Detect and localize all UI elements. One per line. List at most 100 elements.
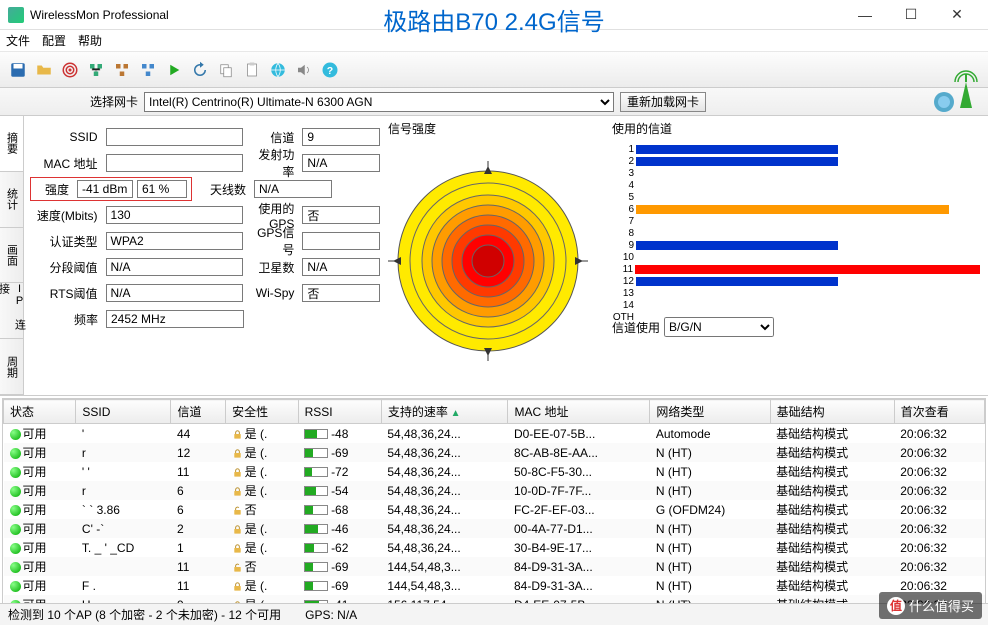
info-panel: SSID 信道 9 MAC 地址 发射功率 N/A 强度 -41 dBm 61 … <box>24 116 384 395</box>
channel-row: 12 <box>612 275 980 287</box>
status-dot-icon <box>10 505 21 516</box>
col-header[interactable]: SSID <box>76 400 171 424</box>
channel-group-label: 使用的信道 <box>612 120 980 137</box>
rssi-bar <box>304 429 328 439</box>
window-title: WirelessMon Professional <box>30 8 169 22</box>
sat-label: 卫星数 <box>247 259 299 276</box>
strength-dbm: -41 dBm <box>77 180 133 198</box>
channel-num: 7 <box>612 216 636 227</box>
channel-num: 4 <box>612 180 636 191</box>
sat-value: N/A <box>302 258 380 276</box>
status-dot-icon <box>10 524 21 535</box>
table-row[interactable]: 可用 ' '11是 (.-7254,48,36,24...50-8C-F5-30… <box>4 462 985 481</box>
rssi-bar <box>304 467 328 477</box>
rssi-bar <box>304 562 328 572</box>
tab-ip[interactable]: IP 连接 <box>0 283 23 339</box>
watermark-text: 什么值得买 <box>909 596 974 615</box>
globe-icon[interactable] <box>266 58 290 82</box>
unlock-icon <box>232 562 243 573</box>
tab-stats[interactable]: 统计 <box>0 172 23 228</box>
net1-icon[interactable] <box>84 58 108 82</box>
lock-icon <box>232 524 243 535</box>
channel-num: 14 <box>612 300 636 311</box>
channel-graph: 1234567891011121314OTH <box>612 141 980 313</box>
freq-value: 2452 MHz <box>106 310 244 328</box>
signal-panel: 信号强度 <box>384 116 604 395</box>
net3-icon[interactable] <box>136 58 160 82</box>
channel-bar <box>636 157 838 166</box>
table-row[interactable]: 可用r12是 (.-6954,48,36,24...8C-AB-8E-AA...… <box>4 443 985 462</box>
col-header[interactable]: 信道 <box>171 400 226 424</box>
chan-label: 信道 <box>247 129 299 146</box>
menu-config[interactable]: 配置 <box>42 32 66 49</box>
nic-select[interactable]: Intel(R) Centrino(R) Ultimate-N 6300 AGN <box>144 92 614 112</box>
refresh-icon[interactable] <box>188 58 212 82</box>
status-dot-icon <box>10 467 21 478</box>
status-dot-icon <box>10 581 21 592</box>
unlock-icon <box>232 505 243 516</box>
rssi-bar <box>304 505 328 515</box>
table-row[interactable]: 可用 ` ` 3.866否-6854,48,36,24...FC-2F-EF-0… <box>4 500 985 519</box>
channel-bar <box>636 241 838 250</box>
channel-num: 13 <box>612 288 636 299</box>
rssi-bar <box>304 486 328 496</box>
speaker-icon[interactable] <box>292 58 316 82</box>
tab-graph[interactable]: 画面 <box>0 228 23 284</box>
col-header[interactable]: 网络类型 <box>650 400 770 424</box>
target-icon[interactable] <box>58 58 82 82</box>
app-icon <box>8 7 24 23</box>
status-dot-icon <box>10 486 21 497</box>
help-icon[interactable]: ? <box>318 58 342 82</box>
status-dot-icon <box>10 543 21 554</box>
col-header[interactable]: 状态 <box>4 400 76 424</box>
col-header[interactable]: 首次查看 <box>894 400 984 424</box>
menu-file[interactable]: 文件 <box>6 32 30 49</box>
table-row[interactable]: 可用T. _ ' _CD1是 (.-6254,48,36,24...30-B4-… <box>4 538 985 557</box>
col-header[interactable]: RSSI <box>298 400 381 424</box>
watermark-icon: 值 <box>887 597 905 615</box>
close-button[interactable]: ✕ <box>934 0 980 30</box>
ap-table-wrap[interactable]: 状态SSID信道安全性RSSI支持的速率 ▲MAC 地址网络类型基础结构首次查看… <box>2 398 986 608</box>
signal-group-label: 信号强度 <box>388 120 600 137</box>
channel-bar <box>635 265 980 274</box>
status-dot-icon <box>10 562 21 573</box>
table-row[interactable]: 可用'44是 (.-4854,48,36,24...D0-EE-07-5B...… <box>4 424 985 444</box>
col-header[interactable]: 安全性 <box>226 400 298 424</box>
table-row[interactable]: 可用r6是 (.-5454,48,36,24...10-0D-7F-7F...N… <box>4 481 985 500</box>
txpwr-label: 发射功率 <box>247 146 299 180</box>
lock-icon <box>232 429 243 440</box>
channel-num: 8 <box>612 228 636 239</box>
col-header[interactable]: 基础结构 <box>770 400 894 424</box>
strength-pct: 61 % <box>137 180 187 198</box>
signal-radar <box>388 161 588 361</box>
table-row[interactable]: 可用11否-69144,54,48,3...84-D9-31-3A...N (H… <box>4 557 985 576</box>
net2-icon[interactable] <box>110 58 134 82</box>
antenna-icon <box>930 68 978 116</box>
status-dot-icon <box>10 448 21 459</box>
clipboard-icon[interactable] <box>240 58 264 82</box>
status-ap-count: 检测到 10 个AP (8 个加密 - 2 个未加密) - 12 个可用 <box>8 606 281 623</box>
channel-row: 1 <box>612 143 980 155</box>
col-header[interactable]: 支持的速率 ▲ <box>381 400 508 424</box>
table-row[interactable]: 可用F .11是 (.-69144,54,48,3...84-D9-31-3A.… <box>4 576 985 595</box>
col-header[interactable]: MAC 地址 <box>508 400 650 424</box>
auth-value: WPA2 <box>106 232 243 250</box>
ap-table: 状态SSID信道安全性RSSI支持的速率 ▲MAC 地址网络类型基础结构首次查看… <box>3 399 985 608</box>
table-row[interactable]: 可用C' -`2是 (.-4654,48,36,24...00-4A-77-D1… <box>4 519 985 538</box>
maximize-button[interactable]: ☐ <box>888 0 934 30</box>
minimize-button[interactable]: — <box>842 0 888 30</box>
speed-value: 130 <box>106 206 243 224</box>
main-panel: 摘要 统计 画面 IP 连接 周期 SSID 信道 9 MAC 地址 发射功率 … <box>0 116 988 396</box>
folder-icon[interactable] <box>32 58 56 82</box>
reload-nic-button[interactable]: 重新加载网卡 <box>620 92 706 112</box>
tab-cycle[interactable]: 周期 <box>0 339 23 395</box>
play-icon[interactable] <box>162 58 186 82</box>
auth-label: 认证类型 <box>28 233 102 250</box>
tab-summary[interactable]: 摘要 <box>0 116 23 172</box>
save-icon[interactable] <box>6 58 30 82</box>
menu-help[interactable]: 帮助 <box>78 32 102 49</box>
frag-value: N/A <box>106 258 243 276</box>
frag-label: 分段阈值 <box>28 259 102 276</box>
copy-icon[interactable] <box>214 58 238 82</box>
channel-num: OTH <box>612 312 636 323</box>
